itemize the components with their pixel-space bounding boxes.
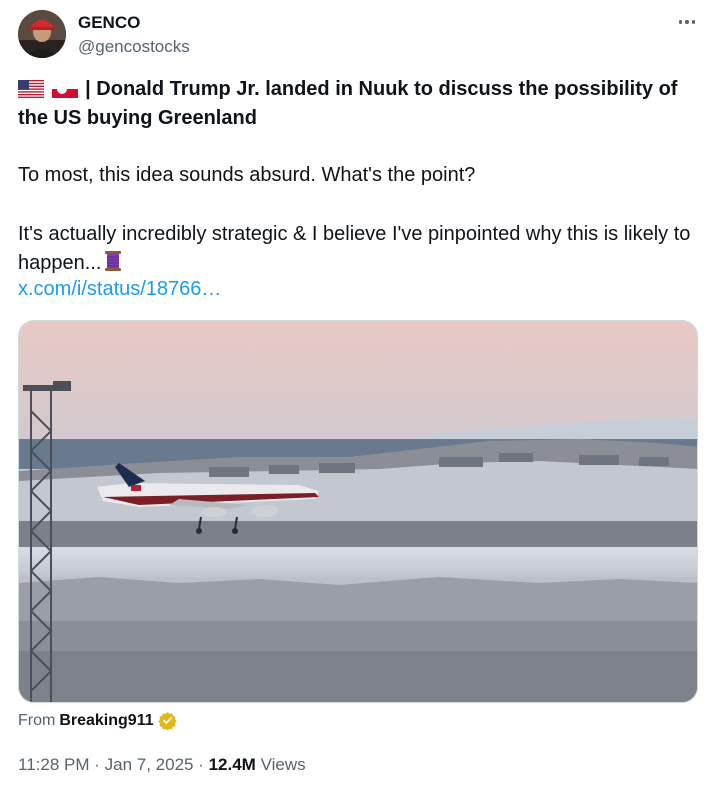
status-link[interactable]: x.com/i/status/18766…: [18, 278, 221, 301]
separator: ·: [193, 755, 209, 774]
video-thumbnail[interactable]: [18, 320, 698, 703]
from-attribution: From Breaking911: [18, 711, 177, 730]
more-options-button[interactable]: [672, 10, 702, 34]
views-count: 12.4M: [208, 755, 256, 774]
dot-icon: [691, 20, 696, 24]
headline-text: | Donald Trump Jr. landed in Nuuk to dis…: [18, 78, 678, 129]
author-name[interactable]: GENCO: [78, 13, 140, 33]
tweet-headline: | Donald Trump Jr. landed in Nuuk to dis…: [18, 75, 708, 133]
separator: ·: [89, 755, 105, 774]
dot-icon: [685, 20, 689, 24]
author-handle[interactable]: @gencostocks: [78, 37, 190, 57]
tweet-meta: 11:28 PM · Jan 7, 2025 · 12.4M Views: [18, 755, 306, 775]
tweet-paragraph: To most, this idea sounds absurd. What's…: [18, 164, 476, 186]
tweet-date[interactable]: Jan 7, 2025: [105, 755, 194, 774]
us-flag-icon: [18, 80, 44, 98]
tweet-time[interactable]: 11:28 PM: [18, 755, 90, 774]
dot-icon: [678, 20, 683, 24]
verified-badge-icon: [157, 712, 177, 730]
greenland-flag-icon: [51, 80, 78, 98]
avatar[interactable]: [18, 10, 66, 58]
source-account-link[interactable]: Breaking911: [59, 712, 153, 730]
tweet-paragraph: It's actually incredibly strategic & I b…: [18, 220, 708, 278]
from-prefix: From: [18, 711, 56, 729]
thread-spool-icon: [105, 251, 122, 271]
views-label: Views: [255, 755, 306, 774]
